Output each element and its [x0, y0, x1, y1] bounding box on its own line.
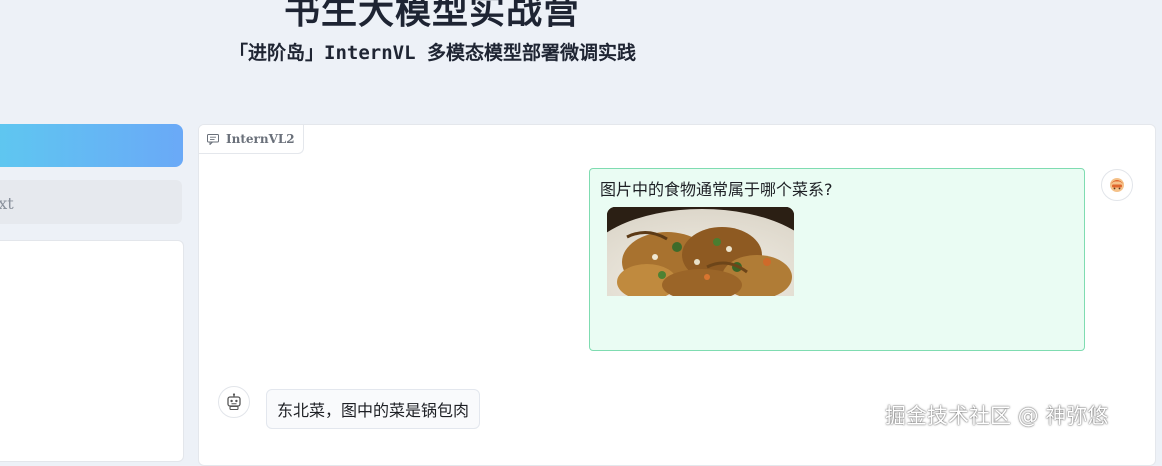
chat-bubble-icon [207, 133, 219, 145]
user-avatar [1101, 169, 1133, 201]
watermark: 掘金技术社区 @ 神弥悠 [885, 404, 1109, 428]
assistant-message-text: 东北菜，图中的菜是锅包肉 [277, 401, 470, 420]
tab-context-label: ntext [0, 194, 14, 213]
user-message: 图片中的食物通常属于哪个菜系? [589, 168, 1085, 351]
page-header: 书生大模型实战营 「进阶岛」InternVL 多模态模型部署微调实践 [0, 0, 1162, 110]
robot-icon [227, 393, 241, 411]
assistant-message: 东北菜，图中的菜是锅包肉 [266, 389, 481, 429]
user-message-text: 图片中的食物通常属于哪个菜系? [600, 180, 833, 199]
assistant-avatar [218, 386, 250, 418]
user-face-icon [1110, 178, 1124, 192]
chatbot-label: InternVL2 [199, 125, 304, 154]
sidebar-panel [0, 240, 184, 462]
food-image[interactable] [607, 207, 794, 296]
tab-chat[interactable]: hat [0, 124, 183, 167]
chatbot-label-text: InternVL2 [226, 132, 295, 146]
page-subtitle: 「进阶岛」InternVL 多模态模型部署微调实践 [229, 42, 636, 64]
page-title: 书生大模型实战营 [284, 0, 581, 32]
tab-context[interactable]: ntext [0, 180, 182, 224]
food-photo [607, 207, 794, 296]
